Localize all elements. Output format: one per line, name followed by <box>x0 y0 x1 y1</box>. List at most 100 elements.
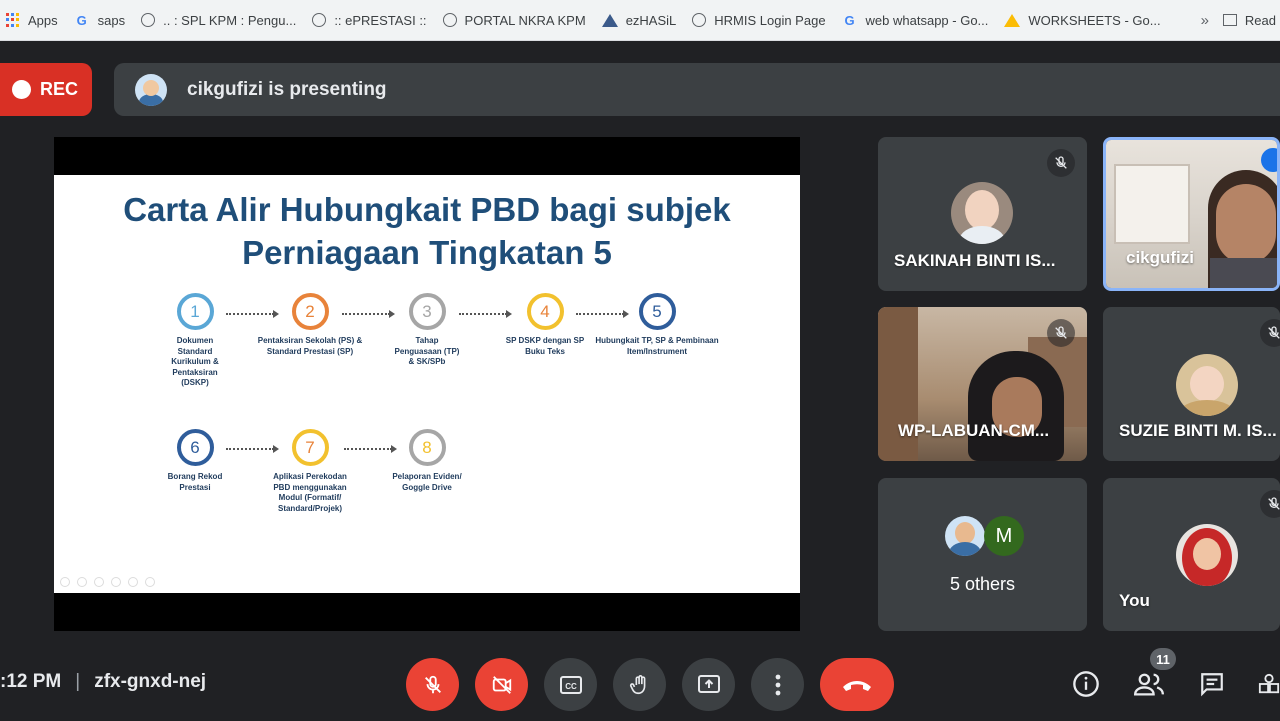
participant-name: SAKINAH BINTI IS... <box>894 251 1056 270</box>
presentation-stage: Carta Alir Hubungkait PBD bagi subjek Pe… <box>54 137 800 631</box>
camera-toggle-button[interactable] <box>475 658 528 711</box>
record-dot-icon <box>12 80 31 99</box>
flow-step: 5 Hubungkait TP, SP & Pembinaan Item/Ins… <box>592 293 722 357</box>
presenting-text: cikgufizi is presenting <box>187 78 387 100</box>
slide-title-line-1: Carta Alir Hubungkait PBD bagi subjek <box>123 191 731 228</box>
flow-step: 8 Pelaporan Eviden/ Goggle Drive <box>362 429 492 493</box>
present-now-button[interactable] <box>682 658 735 711</box>
bookmarks-bar: Apps G saps .. : SPL KPM : Pengu... :: e… <box>0 0 1280 41</box>
globe-icon <box>312 13 327 27</box>
avatar <box>1176 354 1238 416</box>
step-label: Hubungkait TP, SP & Pembinaan Item/Instr… <box>595 336 719 356</box>
globe-icon <box>442 13 457 27</box>
mic-off-icon <box>1260 319 1280 347</box>
raise-hand-button[interactable] <box>613 658 666 711</box>
participant-tile-active[interactable]: cikgufizi <box>1103 137 1280 291</box>
captions-button[interactable]: CC <box>544 658 597 711</box>
step-label: Dokumen Standard Kurikulum & Pentaksiran… <box>171 336 219 387</box>
flow-step: 6 Borang Rekod Prestasi <box>130 429 260 493</box>
step-label: Pentaksiran Sekolah (PS) & Standard Pres… <box>257 336 363 356</box>
rec-label: REC <box>40 79 79 99</box>
slide-pen-icon[interactable] <box>94 577 104 587</box>
slide-prev-icon[interactable] <box>60 577 70 587</box>
meeting-details-button[interactable] <box>1070 668 1102 700</box>
participant-name: You <box>1119 591 1150 610</box>
bookmark-saps[interactable]: G saps <box>68 6 135 34</box>
people-icon <box>1134 673 1164 696</box>
bookmarks-overflow-button[interactable]: » <box>1187 12 1223 29</box>
bookmark-label: web whatsapp - Go... <box>865 12 989 28</box>
self-tile[interactable]: You <box>1103 478 1280 631</box>
avatar <box>951 182 1013 244</box>
participant-name: SUZIE BINTI M. IS... <box>1119 421 1277 440</box>
others-tile[interactable]: M 5 others <box>878 478 1087 631</box>
step-label: Tahap Penguasaan (TP) & SK/SPb <box>394 336 460 366</box>
mic-off-icon <box>1047 319 1075 347</box>
control-bar: :12 PM | zfx-gnxd-nej CC <box>0 648 1280 721</box>
slide-toolbar <box>60 577 155 587</box>
recording-indicator[interactable]: REC <box>0 63 92 116</box>
slide-title-line-2: Perniagaan Tingkatan 5 <box>242 234 612 271</box>
more-options-button[interactable] <box>751 658 804 711</box>
google-icon: G <box>844 12 855 28</box>
others-label: 5 others <box>949 574 1016 594</box>
bookmark-apps[interactable]: Apps <box>0 6 68 34</box>
step-number: 1 <box>176 293 214 330</box>
bookmark-label: WORKSHEETS - Go... <box>1028 12 1161 28</box>
activities-button[interactable] <box>1258 668 1280 700</box>
reading-list-icon <box>1222 14 1237 26</box>
bookmark-ezhasil[interactable]: ezHASiL <box>596 6 687 34</box>
chat-button[interactable] <box>1196 668 1228 700</box>
meeting-info: :12 PM | zfx-gnxd-nej <box>0 671 206 693</box>
end-call-icon <box>843 680 871 691</box>
flow-step: 3 Tahap Penguasaan (TP) & SK/SPb <box>362 293 492 368</box>
slide-zoom-icon[interactable] <box>128 577 138 587</box>
participants-button[interactable] <box>1133 668 1165 700</box>
step-number: 6 <box>176 429 214 466</box>
reading-list-button[interactable]: Read <box>1222 12 1280 28</box>
slide-settings-icon[interactable] <box>111 577 121 587</box>
flow-step: 4 SP DSKP dengan SP Buku Teks <box>480 293 610 357</box>
avatar-initial: M <box>984 516 1024 556</box>
mic-off-icon <box>424 675 441 693</box>
chat-icon <box>1201 673 1223 697</box>
bookmark-eprestasi[interactable]: :: ePRESTASI :: <box>306 6 436 34</box>
bookmark-spl-kpm[interactable]: .. : SPL KPM : Pengu... <box>135 6 306 34</box>
meeting-time: :12 PM <box>0 671 62 692</box>
presenter-avatar <box>135 73 167 106</box>
bookmark-hrmis[interactable]: HRMIS Login Page <box>686 6 835 34</box>
bookmark-label: saps <box>97 12 126 28</box>
participant-count-badge: 11 <box>1150 648 1176 670</box>
flow-step: 2 Pentaksiran Sekolah (PS) & Standard Pr… <box>245 293 375 357</box>
participant-tile[interactable]: SUZIE BINTI M. IS... <box>1103 307 1280 461</box>
mic-off-icon <box>1047 149 1075 177</box>
step-number: 2 <box>291 293 329 330</box>
more-vert-icon <box>775 674 780 695</box>
participant-tile[interactable]: SAKINAH BINTI IS... <box>878 137 1087 291</box>
reading-list-label: Read <box>1244 12 1276 28</box>
camera-off-icon <box>492 675 511 694</box>
divider: | <box>75 671 81 692</box>
meeting-code: zfx-gnxd-nej <box>94 671 207 692</box>
avatar-initial-letter: M <box>995 524 1013 547</box>
bookmark-worksheets[interactable]: WORKSHEETS - Go... <box>998 6 1170 34</box>
bookmark-portal-nkra[interactable]: PORTAL NKRA KPM <box>437 6 596 34</box>
step-number: 3 <box>408 293 446 330</box>
participant-name: cikgufizi <box>1126 248 1195 267</box>
bookmark-label: ezHASiL <box>625 12 677 28</box>
google-icon: G <box>76 12 87 28</box>
hand-icon <box>629 674 645 694</box>
mic-toggle-button[interactable] <box>406 658 459 711</box>
flow-step: 7 Aplikasi Perekodan PBD menggunakan Mod… <box>245 429 375 514</box>
participant-name: WP-LABUAN-CM... <box>898 421 1050 440</box>
bookmark-web-whatsapp[interactable]: G web whatsapp - Go... <box>836 6 999 34</box>
slide-menu-icon[interactable] <box>145 577 155 587</box>
globe-icon <box>692 13 707 27</box>
slide-next-icon[interactable] <box>77 577 87 587</box>
leave-call-button[interactable] <box>820 658 894 711</box>
present-screen-icon <box>697 674 720 693</box>
step-label: Pelaporan Eviden/ Goggle Drive <box>392 472 462 492</box>
participant-tile[interactable]: WP-LABUAN-CM... <box>878 307 1087 461</box>
step-label: SP DSKP dengan SP Buku Teks <box>505 336 585 356</box>
slide-title: Carta Alir Hubungkait PBD bagi subjek Pe… <box>54 188 800 274</box>
